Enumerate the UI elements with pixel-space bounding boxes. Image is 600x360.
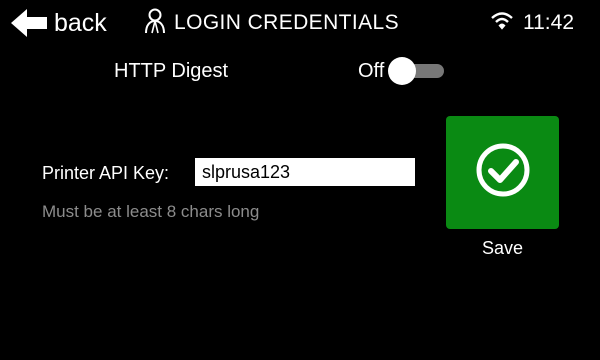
login-credentials-screen: back LOGIN CREDENTIALS 11:42 HTTP Digest…	[0, 0, 600, 360]
page-header: LOGIN CREDENTIALS	[143, 6, 399, 40]
api-key-hint: Must be at least 8 chars long	[42, 202, 260, 221]
toggle-switch[interactable]	[388, 57, 446, 85]
api-key-input[interactable]	[195, 158, 415, 186]
page-title: LOGIN CREDENTIALS	[174, 11, 400, 34]
http-digest-toggle[interactable]: Off	[358, 57, 446, 85]
toggle-state-label: Off	[358, 60, 385, 82]
wifi-icon	[491, 11, 513, 35]
check-circle-icon	[475, 142, 531, 203]
arrow-left-icon	[10, 8, 48, 38]
save-label: Save	[481, 238, 524, 258]
back-button[interactable]: back	[10, 6, 107, 40]
save-button[interactable]	[446, 116, 559, 229]
back-label: back	[54, 9, 107, 37]
clock: 11:42	[523, 11, 574, 34]
http-digest-label: HTTP Digest	[114, 60, 229, 82]
user-icon	[143, 8, 167, 39]
api-key-label: Printer API Key:	[42, 163, 170, 183]
status-bar: 11:42	[491, 6, 574, 40]
toggle-knob	[388, 57, 417, 85]
